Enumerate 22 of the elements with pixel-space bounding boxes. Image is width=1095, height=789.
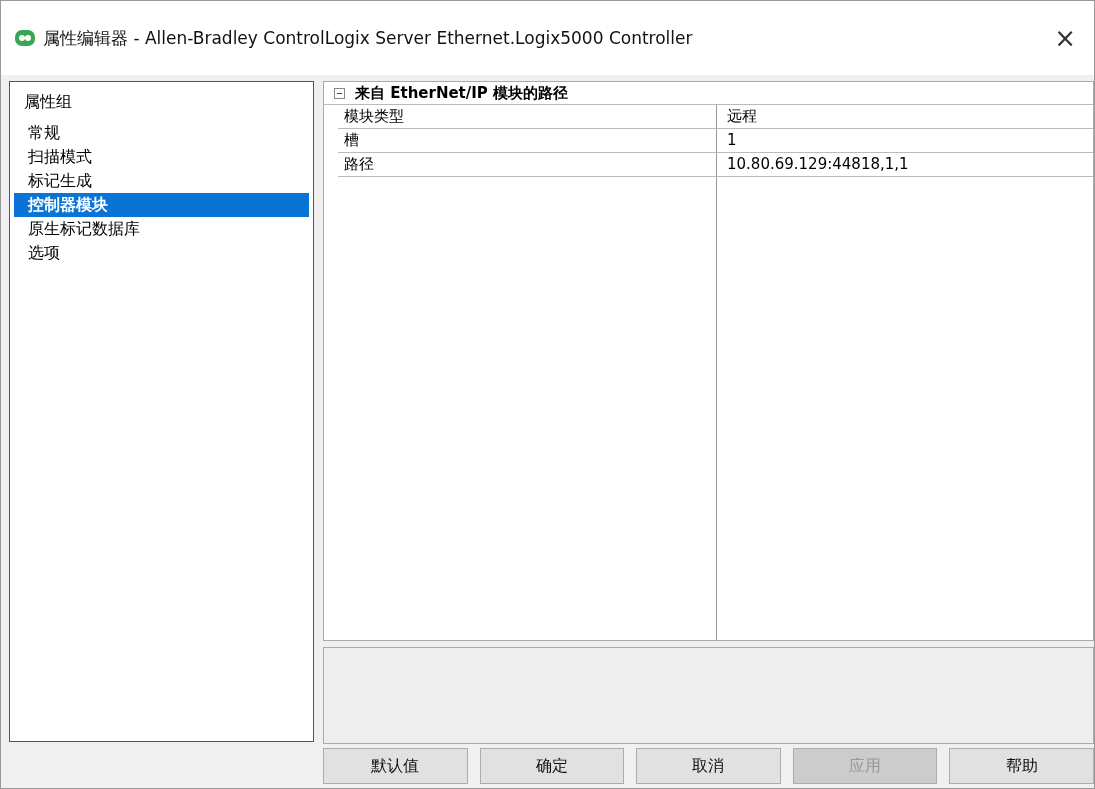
dialog-button[interactable]: 默认值 xyxy=(323,748,468,784)
dialog-button[interactable]: 确定 xyxy=(479,748,625,784)
sidebar-item[interactable]: 扫描模式 xyxy=(14,145,309,169)
sidebar-item[interactable]: 原生标记数据库 xyxy=(14,217,309,241)
sidebar-heading: 属性组 xyxy=(23,91,73,113)
app-logo-icon xyxy=(15,30,35,46)
sidebar-item[interactable]: 标记生成 xyxy=(14,169,309,193)
property-value[interactable]: 10.80.69.129:44818,1,1 xyxy=(717,153,1093,176)
sidebar-item[interactable]: 选项 xyxy=(14,241,309,265)
group-title: 来自 EtherNet/IP 模块的路径 xyxy=(355,83,569,103)
property-name: 模块类型 xyxy=(338,105,717,128)
property-value[interactable]: 远程 xyxy=(717,105,1093,128)
sidebar-item[interactable]: 常规 xyxy=(14,121,309,145)
dialog-button[interactable]: 帮助 xyxy=(949,748,1094,784)
property-value[interactable]: 1 xyxy=(717,129,1093,152)
property-name: 路径 xyxy=(338,153,717,176)
sidebar-item[interactable]: 控制器模块 xyxy=(14,193,309,217)
dialog-button[interactable]: 取消 xyxy=(636,748,781,784)
close-button[interactable]: × xyxy=(1048,23,1082,53)
property-name: 槽 xyxy=(338,129,717,152)
window-title: 属性编辑器 - Allen-Bradley ControlLogix Server Ethernet.Logix5000 Controller xyxy=(43,26,694,50)
collapse-icon[interactable] xyxy=(334,87,345,99)
